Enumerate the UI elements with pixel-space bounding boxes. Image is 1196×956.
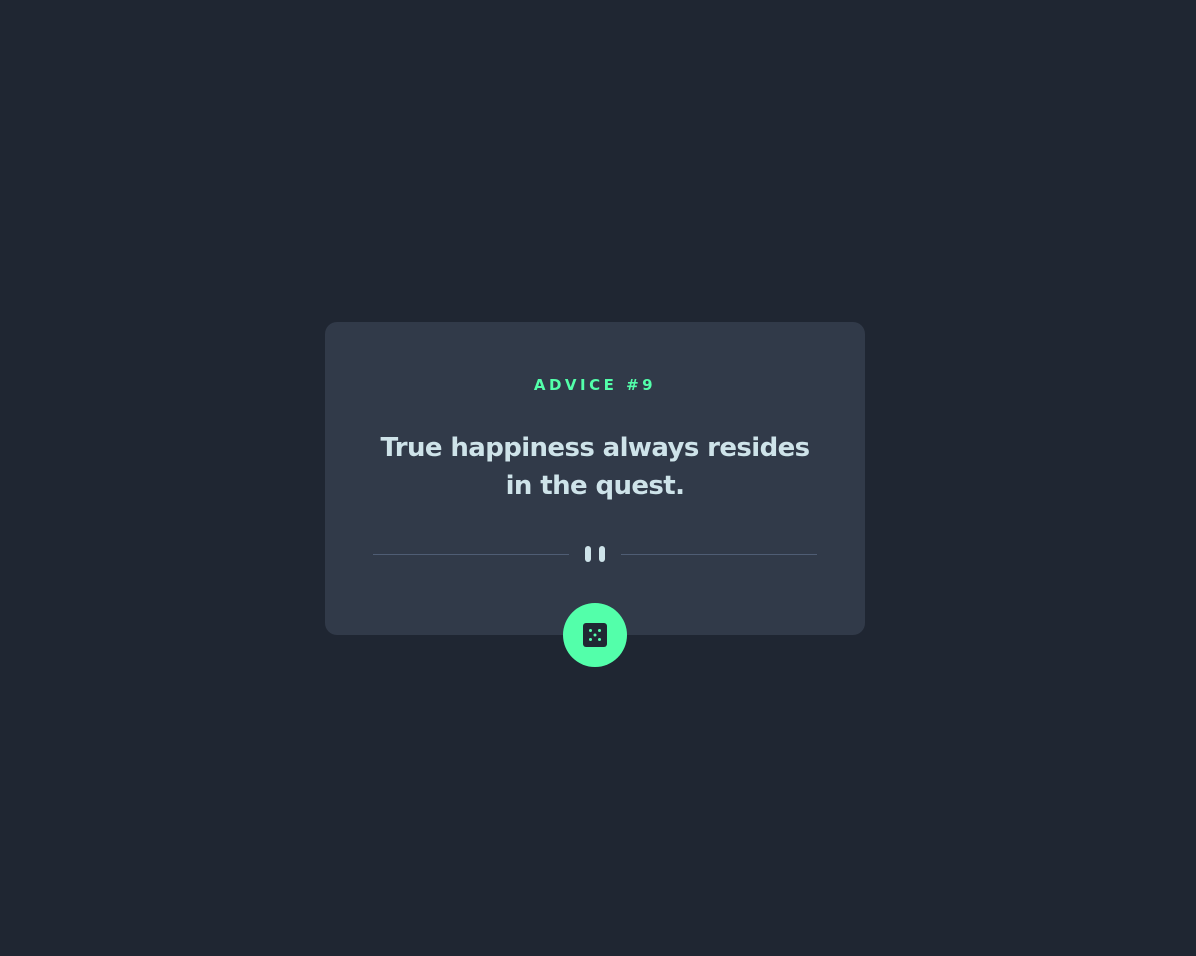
- new-advice-button[interactable]: [563, 603, 627, 667]
- divider: [373, 546, 817, 562]
- advice-quote: True happiness always resides in the que…: [380, 433, 810, 501]
- advice-id-label: ADVICE #9: [533, 376, 657, 394]
- dice-icon: [583, 623, 607, 647]
- divider-line-left: [373, 554, 569, 555]
- divider-line-right: [621, 554, 817, 555]
- advice-card: ADVICE #9 True happiness always resides …: [325, 322, 865, 635]
- pause-icon: [585, 546, 605, 562]
